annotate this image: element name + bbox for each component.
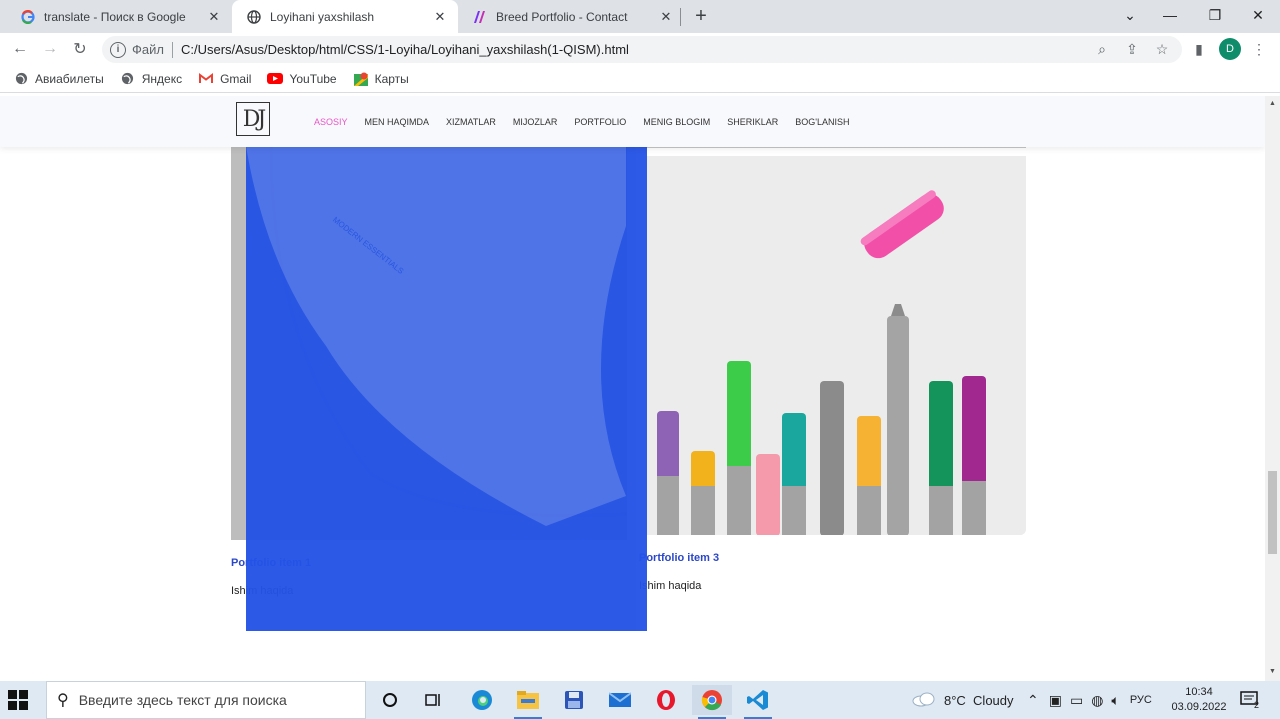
close-icon[interactable]: ✕ [658,9,674,25]
task-view-icon[interactable] [414,685,454,715]
forward-button[interactable]: → [38,37,62,61]
window-close-button[interactable]: ✕ [1238,0,1278,30]
page-scrollbar[interactable]: ▲ ▼ [1265,96,1280,681]
bookmark-label: Gmail [220,71,252,86]
cloud-icon [912,691,936,710]
browser-toolbar: ← → ↻ i Файл C:/Users/Asus/Desktop/html/… [0,33,1280,65]
tab-search-chevron-icon[interactable]: ⌄ [1110,0,1150,30]
save-app-icon[interactable] [554,685,594,715]
vscode-icon[interactable] [738,685,778,719]
globe-icon [13,71,29,87]
menu-item-men-haqimda[interactable]: MEN HAQIMDA [365,117,430,127]
menu-item-sheriklar[interactable]: SHERIKLAR [727,117,778,127]
file-explorer-icon[interactable] [508,685,548,719]
new-tab-button[interactable]: + [690,5,712,27]
notification-count: 2 [1254,700,1260,710]
tab-title: Loyihani yaxshilash [270,9,375,24]
tab-strip: translate - Поиск в Google ✕ Loyihani ya… [0,0,1280,33]
menu-item-asosiy[interactable]: ASOSIY [314,117,348,127]
network-globe-icon[interactable]: ◍ [1091,692,1103,709]
back-button[interactable]: ← [8,37,32,61]
main-menu: ASOSIY MEN HAQIMDA XIZMATLAR MIJOZLAR PO… [314,117,867,127]
volume-icon[interactable]: 🔈︎ [1111,692,1119,709]
language-indicator[interactable]: РУС [1130,694,1152,706]
bookmark-label: Карты [374,71,409,86]
portfolio-item-3-title[interactable]: Portfolio item 3 [639,552,719,564]
scroll-down-arrow-icon[interactable]: ▼ [1268,668,1277,677]
bookmark-karty[interactable]: Карты [353,71,409,87]
windows-start-icon[interactable] [8,690,28,710]
weather-widget[interactable]: 8°C Cloudy [912,681,1014,719]
url-text[interactable]: C:/Users/Asus/Desktop/html/CSS/1-Loyiha/… [181,42,629,57]
clock-time: 10:34 [1185,686,1213,698]
chevron-up-icon[interactable]: ⌃ [1027,692,1039,709]
bookmark-label: YouTube [289,71,337,86]
taskbar-search-input[interactable]: ⚲ Введите здесь текст для поиска [46,681,366,719]
side-panel-icon[interactable]: ▮ [1190,40,1208,58]
globe-icon [120,71,136,87]
breed-logo-icon [472,9,488,25]
scroll-up-arrow-icon[interactable]: ▲ [1268,100,1277,109]
google-g-icon [20,9,36,25]
bookmark-youtube[interactable]: YouTube [267,71,337,87]
cortana-icon[interactable] [370,685,410,715]
edge-icon[interactable] [462,685,502,715]
notification-center-icon[interactable]: 2 [1240,681,1259,719]
share-icon[interactable]: ⇪ [1123,40,1141,58]
search-icon: ⚲ [57,692,69,709]
minimize-button[interactable]: — [1150,0,1190,30]
mail-icon[interactable] [600,685,640,715]
tab-breed-portfolio[interactable]: Breed Portfolio - Contact ✕ [458,0,684,33]
portfolio-item-3-desc: Ishim haqida [639,580,702,592]
menu-item-portfolio[interactable]: PORTFOLIO [574,117,626,127]
opera-icon[interactable] [646,685,686,715]
menu-dots-icon[interactable]: ⋮ [1250,40,1268,58]
bookmark-label: Яндекс [141,71,183,86]
scheme-label: Файл [132,42,164,57]
tab-google-translate[interactable]: translate - Поиск в Google ✕ [6,0,232,33]
menu-item-boglanish[interactable]: BOG'LANISH [795,117,849,127]
restore-button[interactable]: ❐ [1195,0,1235,30]
address-divider [171,41,173,58]
profile-avatar[interactable]: D [1219,38,1241,60]
bookmarks-bar: Авиабилеты Яндекс Gmail YouTube Карты [0,65,1280,93]
chrome-icon[interactable] [692,685,732,719]
clock-date: 03.09.2022 [1171,701,1227,713]
maps-icon [353,71,369,87]
weather-text: 8°C Cloudy [944,692,1014,708]
close-icon[interactable]: ✕ [206,9,222,25]
zoom-icon[interactable]: ⌕ [1093,40,1111,58]
tray-icons: ⌃ ▣ ▭ ◍ 🔈︎ РУС [1027,681,1152,719]
tab-title: Breed Portfolio - Contact [496,9,628,24]
portfolio-item-3-image[interactable] [639,156,1026,535]
bookmark-label: Авиабилеты [35,71,104,86]
portfolio-hover-overlay[interactable]: MODERN ESSENTIALS [246,146,647,631]
address-bar[interactable]: i Файл C:/Users/Asus/Desktop/html/CSS/1-… [102,36,1182,63]
menu-item-menig-blogim[interactable]: MENIG BLOGIM [643,117,710,127]
taskbar-clock[interactable]: 10:34 03.09.2022 [1170,685,1228,715]
meet-now-icon[interactable]: ▣ [1049,692,1062,709]
bookmark-aviabilety[interactable]: Авиабилеты [13,71,104,87]
bookmark-gmail[interactable]: Gmail [198,71,251,87]
youtube-icon [267,71,284,87]
reload-button[interactable]: ↻ [68,37,92,61]
scrollbar-thumb[interactable] [1268,471,1277,554]
windows-taskbar: ⚲ Введите здесь текст для поиска 8°C Clo… [0,681,1280,719]
tab-loyihani-yaxshilash[interactable]: Loyihani yaxshilash ✕ [232,0,458,33]
globe-icon [246,9,262,25]
info-icon[interactable]: i [110,41,126,58]
search-placeholder: Введите здесь текст для поиска [78,692,287,708]
menu-item-mijozlar[interactable]: MIJOZLAR [513,117,558,127]
battery-icon[interactable]: ▭ [1070,692,1083,709]
site-logo[interactable]: DJ [236,102,270,136]
gmail-icon [198,71,214,87]
bookmark-star-icon[interactable]: ☆ [1153,40,1171,58]
tab-title: translate - Поиск в Google [44,9,186,24]
close-icon[interactable]: ✕ [432,9,448,25]
page-viewport: Portfolio item 1 Ishim haqida Portfolio … [0,96,1265,681]
menu-item-xizmatlar[interactable]: XIZMATLAR [446,117,496,127]
bookmark-yandex[interactable]: Яндекс [120,71,182,87]
site-navbar: DJ ASOSIY MEN HAQIMDA XIZMATLAR MIJOZLAR… [0,96,1265,147]
tab-separator [680,8,681,26]
